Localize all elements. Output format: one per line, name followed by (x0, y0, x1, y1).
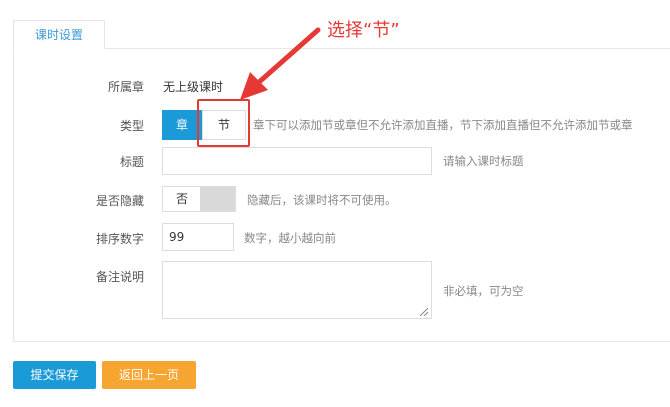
tab-lesson-settings[interactable]: 课时设置 (13, 20, 105, 49)
annotation-arrow-icon (240, 27, 321, 100)
